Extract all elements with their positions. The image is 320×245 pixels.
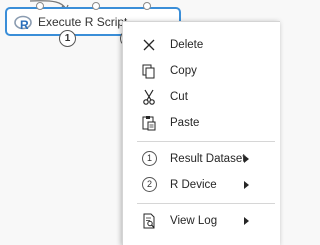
copy-icon — [142, 64, 155, 79]
scissors-icon — [143, 89, 155, 105]
port-1-icon: 1 — [142, 151, 157, 166]
menu-item-label: Paste — [170, 117, 200, 129]
menu-item-result-dataset[interactable]: 1 Result Dataset — [123, 148, 280, 172]
menu-item-cut[interactable]: Cut — [123, 86, 280, 110]
menu-item-label: Result Dataset — [170, 153, 246, 165]
menu-divider — [137, 203, 275, 204]
input-port-2[interactable] — [92, 2, 100, 10]
submenu-arrow-icon — [244, 155, 249, 163]
svg-text:R: R — [20, 18, 29, 31]
submenu-arrow-icon — [244, 217, 249, 225]
context-menu: Delete Copy Cut Paste 1 Result Dataset 2… — [122, 21, 280, 245]
menu-item-label: Cut — [170, 91, 188, 103]
menu-item-label: R Device — [170, 179, 217, 191]
input-port-1[interactable] — [36, 2, 44, 10]
log-icon — [143, 213, 155, 229]
close-icon — [143, 39, 155, 51]
menu-item-label: View Log — [170, 215, 218, 227]
module-title: Execute R Script — [38, 15, 128, 29]
port-2-icon: 2 — [142, 177, 157, 192]
paste-icon — [142, 116, 156, 131]
output-port-1[interactable]: 1 — [59, 30, 76, 47]
submenu-arrow-icon — [244, 181, 249, 189]
menu-item-paste[interactable]: Paste — [123, 112, 280, 136]
menu-item-copy[interactable]: Copy — [123, 60, 280, 84]
r-logo-icon: R — [14, 15, 32, 31]
menu-item-r-device[interactable]: 2 R Device — [123, 174, 280, 198]
input-port-3[interactable] — [143, 2, 151, 10]
menu-item-label: Copy — [170, 65, 197, 77]
menu-divider — [137, 141, 275, 142]
menu-item-view-log[interactable]: View Log — [123, 210, 280, 234]
menu-item-label: Delete — [170, 39, 204, 51]
menu-item-delete[interactable]: Delete — [123, 34, 280, 58]
